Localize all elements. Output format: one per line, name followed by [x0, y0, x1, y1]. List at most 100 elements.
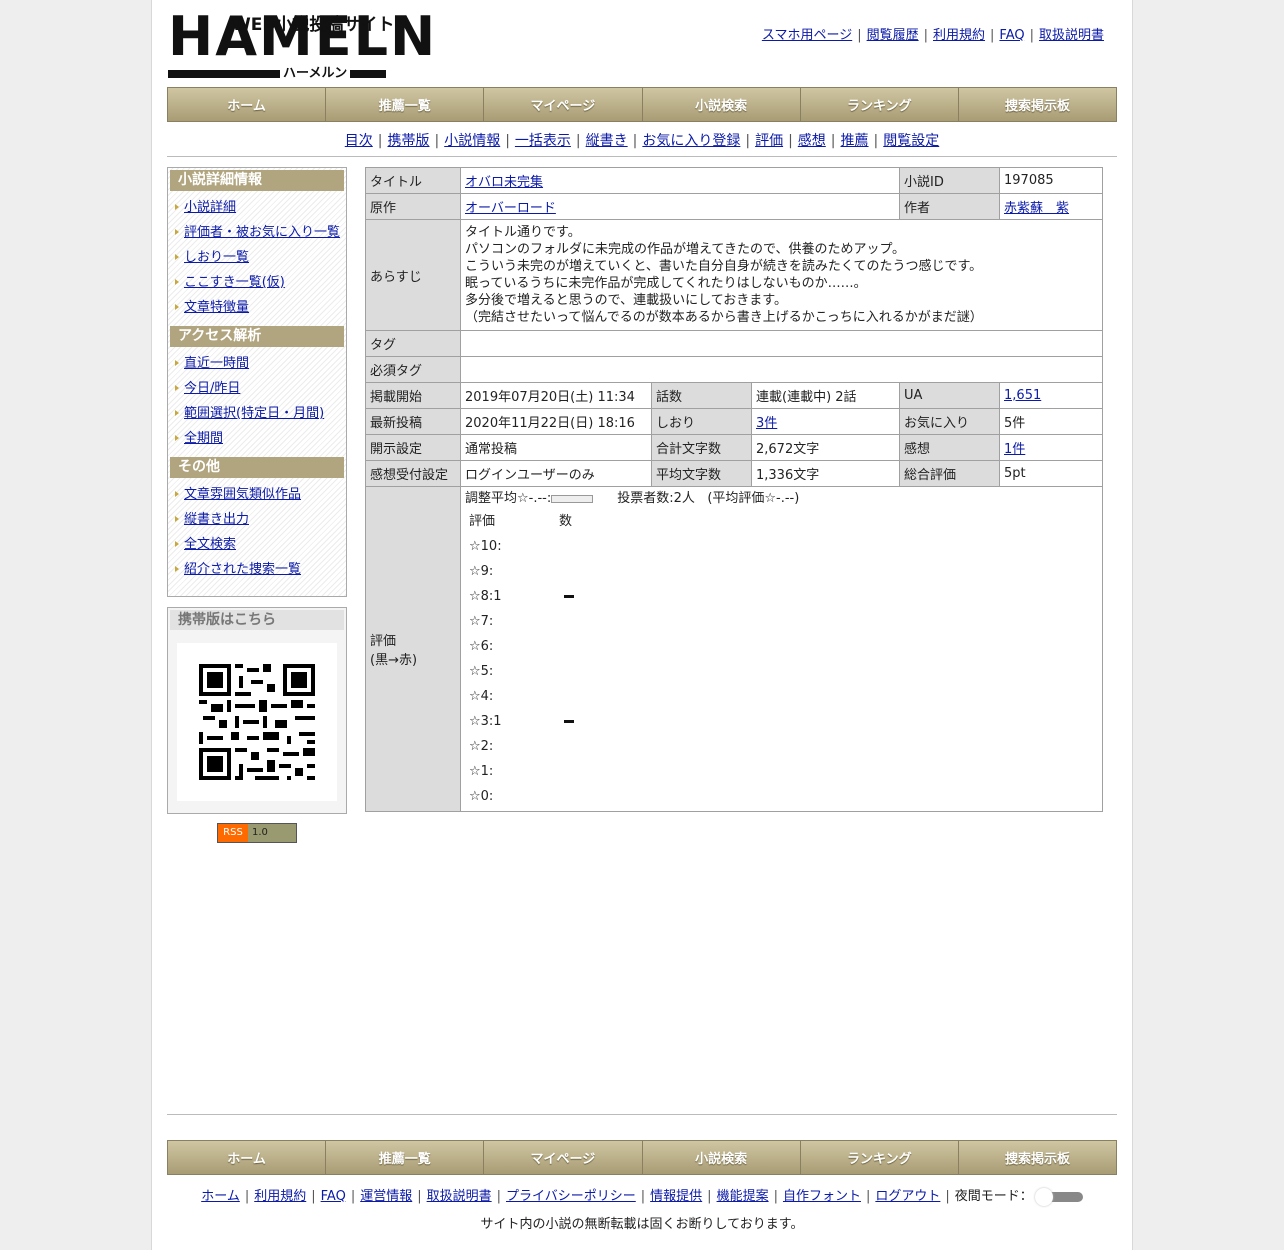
sidebar-item-last-hour[interactable]: 直近一時間: [168, 351, 346, 376]
sidebar-link[interactable]: 紹介された捜索一覧: [184, 562, 301, 577]
subnav-settings[interactable]: 閲覧設定: [883, 133, 939, 149]
sidebar-link[interactable]: 直近一時間: [184, 356, 249, 371]
subnav-recommend[interactable]: 推薦: [841, 133, 869, 149]
footer-faq-link[interactable]: FAQ: [321, 1189, 346, 1204]
author-link[interactable]: 赤紫蘇 紫: [1004, 201, 1069, 216]
rating-row-label: ☆4:: [469, 689, 494, 704]
rating-row-label: ☆3:1: [469, 714, 502, 729]
footer-nav-mypage[interactable]: マイページ: [484, 1141, 643, 1174]
sidebar-item-features[interactable]: 文章特徴量: [168, 295, 346, 320]
sidebar-link[interactable]: 評価者・被お気に入り一覧: [184, 225, 340, 240]
rating-row-label: ☆8:1: [469, 589, 502, 604]
novel-id: 197085: [999, 167, 1104, 194]
total-rating: 5pt: [999, 460, 1104, 487]
subnav-mobile[interactable]: 携帯版: [387, 133, 429, 149]
footer-nav-board[interactable]: 捜索掲示板: [958, 1141, 1117, 1174]
rating-row: ☆1:: [465, 759, 1098, 784]
qr-code[interactable]: [177, 643, 337, 801]
total-chars: 2,672文字: [750, 434, 901, 461]
subnav-review[interactable]: 感想: [798, 133, 826, 149]
sidebar-link[interactable]: 縦書き出力: [184, 512, 249, 527]
sidebar-item-range[interactable]: 範囲選択(特定日・月間): [168, 401, 346, 426]
subnav-vertical[interactable]: 縦書き: [586, 133, 628, 149]
footer-operation-link[interactable]: 運営情報: [360, 1189, 412, 1204]
subnav-info[interactable]: 小説情報: [444, 133, 500, 149]
original-link[interactable]: オーバーロード: [465, 201, 556, 216]
rating-header-row: 評価 数: [465, 509, 1098, 534]
sidebar-link[interactable]: 文章雰囲気類似作品: [184, 487, 301, 502]
total-rating-label: 総合評価: [899, 460, 1001, 487]
mobile-qr-box: 携帯版はこちら: [167, 607, 347, 814]
footer-feature-link[interactable]: 機能提案: [717, 1189, 769, 1204]
manual-link[interactable]: 取扱説明書: [1039, 28, 1104, 43]
sidebar-link[interactable]: 小説詳細: [184, 200, 236, 215]
subnav-toc[interactable]: 目次: [345, 133, 373, 149]
footer-nav-recommend[interactable]: 推薦一覧: [326, 1141, 485, 1174]
sidebar-item-fulltext[interactable]: 全文検索: [168, 532, 346, 557]
sidebar-item-raters[interactable]: 評価者・被お気に入り一覧: [168, 220, 346, 245]
footer-manual-link[interactable]: 取扱説明書: [427, 1189, 492, 1204]
footer-terms-link[interactable]: 利用規約: [254, 1189, 306, 1204]
adjusted-average-bar: [551, 494, 594, 503]
sidebar-item-bookmarks[interactable]: しおり一覧: [168, 245, 346, 270]
sidebar-link[interactable]: しおり一覧: [184, 250, 249, 265]
footer-nav-search[interactable]: 小説検索: [642, 1141, 801, 1174]
tag-label: タグ: [365, 330, 461, 357]
sidebar-other-title: その他: [170, 457, 344, 478]
bookmarks-link[interactable]: 3件: [756, 416, 777, 431]
smartphone-page-link[interactable]: スマホ用ページ: [762, 28, 852, 43]
sidebar-link[interactable]: 全文検索: [184, 537, 236, 552]
nav-ranking[interactable]: ランキング: [800, 88, 959, 121]
footer-nav-home[interactable]: ホーム: [168, 1141, 327, 1174]
novel-title-link[interactable]: オバロ未完集: [465, 175, 543, 190]
rating-row: ☆9:: [465, 559, 1098, 584]
rating-row: ☆10:: [465, 534, 1098, 559]
rating-count-bar: [564, 595, 574, 598]
nav-board[interactable]: 捜索掲示板: [958, 88, 1117, 121]
logo-kana: ハーメルン: [280, 62, 351, 81]
sidebar-item-likes[interactable]: ここすき一覧(仮): [168, 270, 346, 295]
footer-logout-link[interactable]: ログアウト: [875, 1189, 940, 1204]
history-link[interactable]: 閲覧履歴: [867, 28, 919, 43]
review-accept-label: 感想受付設定: [365, 460, 461, 487]
site-logo[interactable]: HAMELN WEB小説投稿サイト ハーメルン: [168, 10, 435, 81]
reviews-link[interactable]: 1件: [1004, 442, 1025, 457]
footer-nav-ranking[interactable]: ランキング: [800, 1141, 959, 1174]
page: HAMELN WEB小説投稿サイト ハーメルン スマホ用ページ | 閲覧履歴 | 利用規…: [151, 0, 1133, 1250]
sidebar-link[interactable]: 範囲選択(特定日・月間): [184, 406, 324, 421]
rating-row-label: ☆0:: [469, 789, 494, 804]
subnav-favorite[interactable]: お気に入り登録: [642, 133, 740, 149]
sidebar-access-title: アクセス解析: [170, 326, 344, 347]
rss-badge[interactable]: RSS 1.0: [217, 823, 297, 843]
rating-row: ☆4:: [465, 684, 1098, 709]
nav-home[interactable]: ホーム: [168, 88, 327, 121]
subnav-all[interactable]: 一括表示: [515, 133, 571, 149]
rating-count-bar: [564, 720, 574, 723]
ua-link[interactable]: 1,651: [1004, 388, 1041, 403]
nav-recommend[interactable]: 推薦一覧: [326, 88, 485, 121]
sidebar-item-detail[interactable]: 小説詳細: [168, 195, 346, 220]
night-mode-toggle[interactable]: [1034, 1187, 1083, 1206]
footer-info-link[interactable]: 情報提供: [650, 1189, 702, 1204]
sidebar-item-all-time[interactable]: 全期間: [168, 426, 346, 451]
sidebar-item-similar[interactable]: 文章雰囲気類似作品: [168, 482, 346, 507]
sidebar-link[interactable]: 文章特徴量: [184, 300, 249, 315]
rating-row: ☆7:: [465, 609, 1098, 634]
terms-link[interactable]: 利用規約: [933, 28, 985, 43]
voter-count: 投票者数:2人: [617, 491, 695, 506]
nav-search[interactable]: 小説検索: [642, 88, 801, 121]
footer-privacy-link[interactable]: プライバシーポリシー: [506, 1189, 636, 1204]
visibility-label: 開示設定: [365, 434, 461, 461]
subnav-rate[interactable]: 評価: [755, 133, 783, 149]
footer-home-link[interactable]: ホーム: [201, 1189, 240, 1204]
sidebar-item-today[interactable]: 今日/昨日: [168, 376, 346, 401]
sidebar-item-introduced[interactable]: 紹介された捜索一覧: [168, 557, 346, 582]
sidebar-link[interactable]: 全期間: [184, 431, 223, 446]
nav-mypage[interactable]: マイページ: [484, 88, 643, 121]
footer-font-link[interactable]: 自作フォント: [783, 1189, 861, 1204]
sidebar-link[interactable]: ここすき一覧(仮): [184, 275, 285, 290]
faq-link[interactable]: FAQ: [999, 28, 1024, 43]
sidebar-link[interactable]: 今日/昨日: [184, 381, 240, 396]
top-links: スマホ用ページ | 閲覧履歴 | 利用規約 | FAQ | 取扱説明書: [761, 28, 1104, 43]
sidebar-item-vertical-output[interactable]: 縦書き出力: [168, 507, 346, 532]
